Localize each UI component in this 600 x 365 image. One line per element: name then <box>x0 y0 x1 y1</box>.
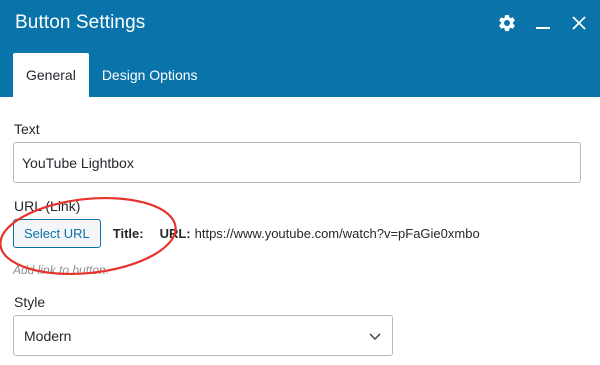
minimize-icon[interactable] <box>532 12 554 34</box>
tab-general[interactable]: General <box>13 53 89 97</box>
url-help-text: Add link to button. <box>13 263 110 277</box>
window-controls <box>496 12 590 34</box>
url-details: Title: URL: https://www.youtube.com/watc… <box>113 226 480 241</box>
style-select-value: Modern <box>24 327 72 344</box>
url-row: Select URL Title: URL: https://www.youtu… <box>13 219 480 248</box>
chevron-down-icon <box>369 332 381 340</box>
url-label: URL: <box>159 226 191 241</box>
gear-icon[interactable] <box>496 12 518 34</box>
style-select[interactable]: Modern <box>13 315 393 356</box>
style-field-label: Style <box>14 294 46 310</box>
title-label: Title: <box>112 226 144 241</box>
url-value: https://www.youtube.com/watch?v=pFaGie0x… <box>194 226 480 241</box>
tab-bar: General Design Options <box>13 53 211 97</box>
text-field-label: Text <box>14 121 40 137</box>
url-field-label: URL (Link) <box>14 198 81 214</box>
tab-design-options[interactable]: Design Options <box>89 53 211 97</box>
close-icon[interactable] <box>568 12 590 34</box>
dialog-header: Button Settings General Design Options <box>0 0 600 97</box>
select-url-button[interactable]: Select URL <box>13 219 101 248</box>
dialog-body: Text URL (Link) Select URL Title: URL: h… <box>0 97 600 365</box>
dialog-title: Button Settings <box>15 12 146 33</box>
text-field-input[interactable] <box>13 142 581 183</box>
